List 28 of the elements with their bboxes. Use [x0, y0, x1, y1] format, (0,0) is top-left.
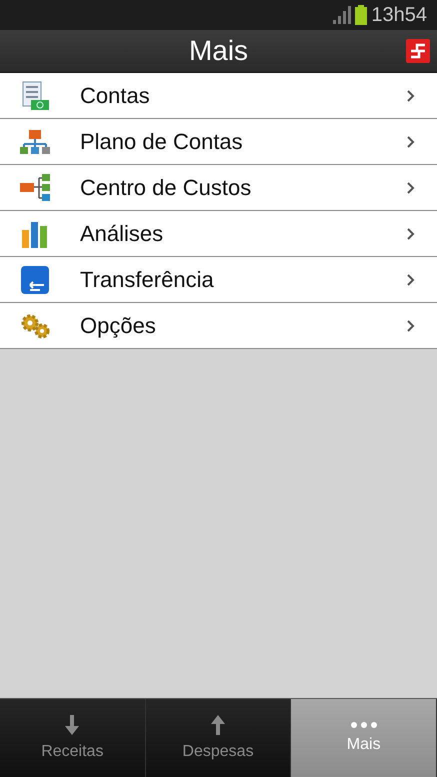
tab[interactable]: Despesas	[146, 699, 292, 777]
chevron-icon	[407, 182, 415, 194]
menu-item[interactable]: Análises	[0, 211, 437, 257]
arrow-down-icon	[65, 715, 80, 735]
menu-item[interactable]: Opções	[0, 303, 437, 349]
gears-icon	[20, 312, 50, 338]
hierarchy-icon	[19, 174, 51, 202]
chevron-icon	[407, 136, 415, 148]
signal-icon	[333, 6, 352, 24]
menu-item[interactable]: Plano de Contas	[0, 119, 437, 165]
app-logo-icon	[406, 39, 430, 63]
tab[interactable]: Receitas	[0, 699, 146, 777]
arrow-up-icon	[211, 715, 225, 735]
chevron-icon	[407, 320, 415, 332]
invoice-icon	[20, 80, 50, 110]
chevron-icon	[407, 274, 415, 286]
org-chart-icon	[19, 128, 51, 154]
chevron-icon	[407, 90, 415, 102]
clock-time: 13h54	[371, 4, 427, 26]
chevron-icon	[407, 228, 415, 240]
more-icon	[350, 722, 377, 728]
menu-item[interactable]: Contas	[0, 73, 437, 119]
bar-chart-icon	[21, 220, 49, 248]
screen-title: Mais	[188, 35, 248, 67]
battery-icon	[355, 5, 368, 25]
menu-item[interactable]: Centro de Custos	[0, 165, 437, 211]
transfer-icon	[20, 264, 50, 294]
menu-item[interactable]: Transferência	[0, 257, 437, 303]
